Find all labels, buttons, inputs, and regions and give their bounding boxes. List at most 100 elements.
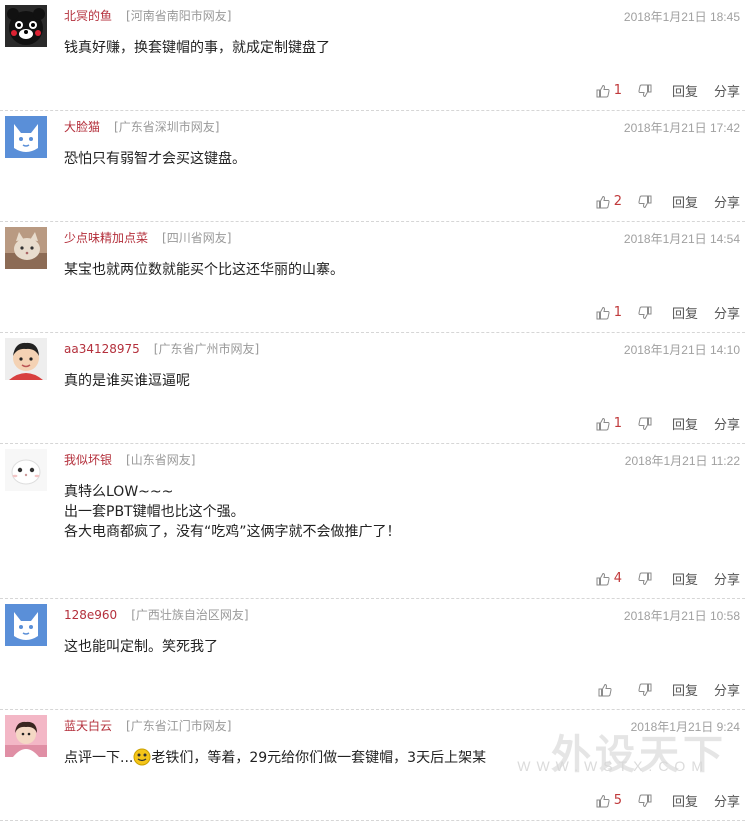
share-button[interactable]: 分享 bbox=[714, 81, 740, 100]
comment-text-line: 出一套PBT键帽也比这个强。 bbox=[64, 504, 245, 520]
comment-actions: 4 回复 分享 bbox=[596, 569, 740, 588]
reply-button[interactable]: 回复 bbox=[672, 192, 698, 211]
comment-body: 真的是谁买谁逗逼呢 bbox=[64, 371, 190, 391]
share-button[interactable]: 分享 bbox=[714, 680, 740, 699]
reply-button[interactable]: 回复 bbox=[672, 81, 698, 100]
comment-item: 大脸猫 [广东省深圳市网友] 2018年1月21日 17:42 恐怕只有弱智才会买这键… bbox=[0, 111, 745, 222]
user-location: [广东省江门市网友] bbox=[126, 719, 232, 733]
thumbs-down-icon bbox=[638, 417, 652, 431]
user-location: [广东省广州市网友] bbox=[153, 342, 260, 356]
username-link[interactable]: aa34128975 bbox=[64, 342, 140, 356]
username-link[interactable]: 128e960 bbox=[64, 608, 117, 622]
comment-time: 2018年1月21日 18:45 bbox=[623, 10, 740, 24]
comment-actions: 1 回复 分享 bbox=[596, 303, 740, 322]
comment-time: 2018年1月21日 11:22 bbox=[624, 454, 740, 468]
comment-item: 少点味精加点菜 [四川省网友] 2018年1月21日 14:54 某宝也就两位数就能买… bbox=[0, 222, 745, 333]
comment-body: 这也能叫定制。笑死我了 bbox=[64, 637, 218, 657]
comment-body: 点评一下... 老铁们，等着，29元给你们做一套键帽，3天后上架某 bbox=[64, 748, 486, 768]
thumbs-down-icon bbox=[638, 794, 652, 808]
user-avatar[interactable] bbox=[5, 715, 47, 757]
comment-body: 某宝也就两位数就能买个比这还华丽的山寨。 bbox=[64, 260, 344, 280]
dislike-button[interactable] bbox=[638, 572, 652, 586]
comment-meta: 蓝天白云 [广东省江门市网友] bbox=[64, 718, 231, 734]
user-avatar[interactable] bbox=[5, 449, 47, 491]
comment-actions: 回复 分享 bbox=[598, 680, 740, 699]
thumbs-down-icon bbox=[638, 195, 652, 209]
user-avatar[interactable] bbox=[5, 227, 47, 269]
comment-text-line: 这也能叫定制。笑死我了 bbox=[64, 639, 218, 655]
comment-item: 蓝天白云 [广东省江门市网友] 2018年1月21日 9:24 点评一下... 老铁们，… bbox=[0, 710, 745, 821]
dislike-button[interactable] bbox=[638, 84, 652, 98]
share-button[interactable]: 分享 bbox=[714, 192, 740, 211]
comment-text-line: 老铁们，等着，29元给你们做一套键帽，3天后上架某 bbox=[151, 750, 487, 766]
reply-button[interactable]: 回复 bbox=[672, 414, 698, 433]
like-count: 5 bbox=[613, 793, 622, 808]
thumbs-up-icon bbox=[596, 84, 610, 98]
like-button[interactable]: 5 bbox=[596, 793, 622, 808]
thumbs-up-icon bbox=[598, 683, 612, 697]
comment-list: 北冥的鱼 [河南省南阳市网友] 2018年1月21日 18:45 钱真好赚，换套键帽的… bbox=[0, 0, 745, 821]
thumbs-up-icon bbox=[596, 794, 610, 808]
like-button[interactable]: 1 bbox=[596, 416, 622, 431]
thumbs-down-icon bbox=[638, 683, 652, 697]
reply-button[interactable]: 回复 bbox=[672, 680, 698, 699]
dislike-button[interactable] bbox=[638, 195, 652, 209]
thumbs-up-icon bbox=[596, 417, 610, 431]
comment-meta: 少点味精加点菜 [四川省网友] bbox=[64, 230, 231, 246]
reply-button[interactable]: 回复 bbox=[672, 791, 698, 810]
like-count: 1 bbox=[613, 416, 622, 431]
username-link[interactable]: 北冥的鱼 bbox=[64, 9, 112, 23]
like-count: 4 bbox=[613, 571, 622, 586]
comment-actions: 1 回复 分享 bbox=[596, 81, 740, 100]
user-avatar[interactable] bbox=[5, 5, 47, 47]
comment-meta: aa34128975 [广东省广州市网友] bbox=[64, 341, 259, 357]
username-link[interactable]: 蓝天白云 bbox=[64, 719, 112, 733]
share-button[interactable]: 分享 bbox=[714, 414, 740, 433]
comment-text-line: 恐怕只有弱智才会买这键盘。 bbox=[64, 151, 246, 167]
like-count: 1 bbox=[613, 305, 622, 320]
username-link[interactable]: 大脸猫 bbox=[64, 120, 100, 134]
comment-text-line: 真的是谁买谁逗逼呢 bbox=[64, 373, 190, 389]
thumbs-down-icon bbox=[638, 84, 652, 98]
like-button[interactable]: 1 bbox=[596, 83, 622, 98]
reply-button[interactable]: 回复 bbox=[672, 303, 698, 322]
comment-time: 2018年1月21日 14:10 bbox=[623, 343, 740, 357]
like-button[interactable]: 1 bbox=[596, 305, 622, 320]
reply-button[interactable]: 回复 bbox=[672, 569, 698, 588]
dislike-button[interactable] bbox=[638, 794, 652, 808]
user-avatar[interactable] bbox=[5, 604, 47, 646]
like-count: 2 bbox=[613, 194, 622, 209]
comment-meta: 128e960 [广西壮族自治区网友] bbox=[64, 607, 249, 623]
comment-time: 2018年1月21日 9:24 bbox=[630, 720, 740, 734]
share-button[interactable]: 分享 bbox=[714, 791, 740, 810]
username-link[interactable]: 我似坏银 bbox=[64, 453, 112, 467]
dislike-button[interactable] bbox=[638, 306, 652, 320]
smiley-emoji-icon bbox=[133, 748, 151, 766]
like-button[interactable] bbox=[598, 683, 622, 697]
comment-item: 128e960 [广西壮族自治区网友] 2018年1月21日 10:58 这也能叫定制… bbox=[0, 599, 745, 710]
share-button[interactable]: 分享 bbox=[714, 303, 740, 322]
thumbs-down-icon bbox=[638, 572, 652, 586]
thumbs-up-icon bbox=[596, 306, 610, 320]
comment-text-line: 钱真好赚，换套键帽的事，就成定制键盘了 bbox=[64, 40, 330, 56]
comment-item: 北冥的鱼 [河南省南阳市网友] 2018年1月21日 18:45 钱真好赚，换套键帽的… bbox=[0, 0, 745, 111]
dislike-button[interactable] bbox=[638, 417, 652, 431]
comment-meta: 大脸猫 [广东省深圳市网友] bbox=[64, 119, 219, 135]
user-location: [河南省南阳市网友] bbox=[126, 9, 232, 23]
like-button[interactable]: 2 bbox=[596, 194, 622, 209]
comment-text-line: 某宝也就两位数就能买个比这还华丽的山寨。 bbox=[64, 262, 344, 278]
user-avatar[interactable] bbox=[5, 338, 47, 380]
dislike-button[interactable] bbox=[638, 683, 652, 697]
comment-body: 钱真好赚，换套键帽的事，就成定制键盘了 bbox=[64, 38, 330, 58]
comment-time: 2018年1月21日 10:58 bbox=[623, 609, 740, 623]
thumbs-down-icon bbox=[638, 306, 652, 320]
comment-actions: 2 回复 分享 bbox=[596, 192, 740, 211]
user-location: [山东省网友] bbox=[126, 453, 196, 467]
comment-meta: 北冥的鱼 [河南省南阳市网友] bbox=[64, 8, 231, 24]
user-avatar[interactable] bbox=[5, 116, 47, 158]
username-link[interactable]: 少点味精加点菜 bbox=[64, 231, 148, 245]
comment-text-line: 各大电商都疯了，没有“吃鸡”这俩字就不会做推广了！ bbox=[64, 524, 401, 540]
share-button[interactable]: 分享 bbox=[714, 569, 740, 588]
comment-actions: 1 回复 分享 bbox=[596, 414, 740, 433]
like-button[interactable]: 4 bbox=[596, 571, 622, 586]
